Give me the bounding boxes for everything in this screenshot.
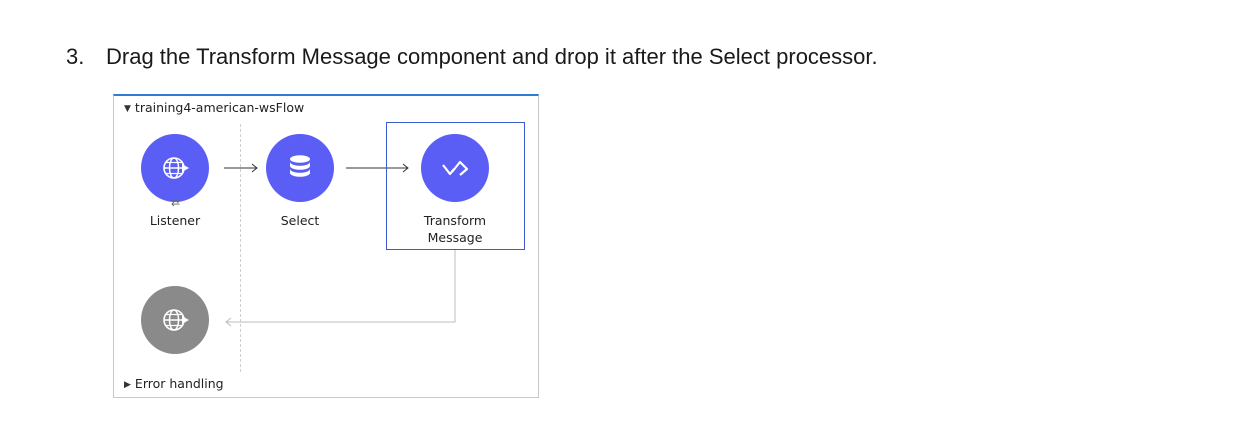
- expand-triangle-icon[interactable]: ▶: [124, 380, 131, 390]
- globe-icon: [163, 309, 189, 331]
- flow-canvas[interactable]: ▼ training4-american-wsFlow ⇄ Listener S…: [113, 94, 539, 398]
- transform-message-node[interactable]: [421, 134, 489, 202]
- transform-message-label: Transform Message: [395, 212, 515, 246]
- dataweave-icon: [442, 160, 469, 176]
- source-badge-icon: ⇄: [171, 196, 181, 209]
- listener-label: Listener: [149, 213, 201, 228]
- listener-node[interactable]: [141, 134, 209, 202]
- response-node[interactable]: [141, 286, 209, 354]
- globe-icon: [163, 157, 189, 179]
- error-handling-toggle[interactable]: ▶ Error handling: [124, 376, 224, 391]
- error-handling-label: Error handling: [134, 376, 224, 391]
- transform-label-line2: Message: [427, 230, 483, 245]
- database-icon: [290, 155, 310, 177]
- select-node[interactable]: [266, 134, 334, 202]
- instruction-text: 3. Drag the Transform Message component a…: [66, 44, 878, 70]
- step-text: Drag the Transform Message component and…: [106, 44, 878, 69]
- select-label: Select: [280, 213, 320, 228]
- transform-label-line1: Transform: [423, 213, 487, 228]
- step-number: 3.: [66, 44, 85, 69]
